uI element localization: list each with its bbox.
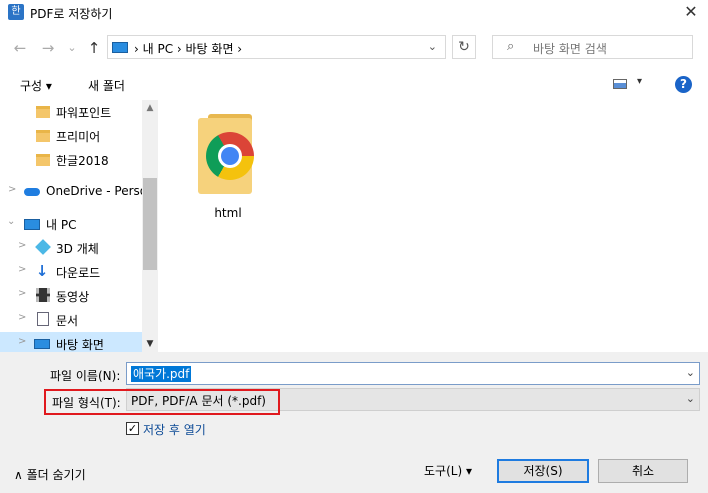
address-dropdown-chevron-icon[interactable]: ⌄ — [428, 40, 437, 53]
forward-arrow-icon[interactable]: → — [38, 38, 58, 58]
search-placeholder: 바탕 화면 검색 — [533, 42, 607, 56]
tree-item-powerpoint[interactable]: 파워포인트 — [0, 100, 142, 124]
expand-chevron-icon[interactable]: > — [8, 184, 16, 195]
open-after-save-label[interactable]: 저장 후 열기 — [143, 421, 206, 438]
title-bar: 한 PDF로 저장하기 ✕ — [0, 0, 708, 26]
collapse-chevron-icon[interactable]: ⌄ — [7, 216, 15, 227]
navigation-bar: ← → ⌄ ↑ › 내 PC › 바탕 화면 › ⌄ ↻ ⌕ 바탕 화면 검색 — [0, 32, 708, 64]
folder-icon — [36, 130, 50, 142]
expand-chevron-icon[interactable]: > — [18, 240, 26, 251]
tree-item-label: 3D 개체 — [56, 242, 99, 256]
cancel-button[interactable]: 취소 — [598, 459, 688, 483]
onedrive-icon — [24, 188, 40, 196]
tree-item-3d-objects[interactable]: > 3D 개체 — [0, 236, 142, 260]
hide-folders-button[interactable]: ∧ 폴더 숨기기 — [14, 466, 86, 483]
pc-icon — [24, 219, 40, 230]
pc-icon — [112, 42, 128, 53]
tree-item-label: OneDrive - Person — [46, 184, 155, 198]
tree-item-label: 다운로드 — [56, 266, 101, 280]
tree-item-label: 문서 — [56, 314, 79, 328]
filetype-dropdown-chevron-icon[interactable]: ⌄ — [686, 392, 695, 405]
filename-label: 파일 이름(N): — [50, 369, 121, 383]
breadcrumb[interactable]: › 내 PC › 바탕 화면 › — [134, 40, 242, 57]
save-options-panel: 파일 이름(N): 애국가.pdf ⌄ 파일 형식(T): PDF, PDF/A… — [0, 352, 708, 493]
tree-item-hangul2018[interactable]: 한글2018 — [0, 148, 142, 172]
tree-item-label: 프리미어 — [56, 130, 101, 144]
refresh-button[interactable]: ↻ — [452, 35, 476, 59]
back-arrow-icon[interactable]: ← — [10, 38, 30, 58]
navigation-pane: 파워포인트 프리미어 한글2018 > OneDrive - Person ⌄ … — [0, 100, 158, 352]
tree-item-downloads[interactable]: > ↓ 다운로드 — [0, 260, 142, 284]
expand-chevron-icon[interactable]: > — [18, 336, 26, 347]
chrome-icon-center — [221, 147, 239, 165]
document-icon — [37, 312, 49, 326]
video-icon — [36, 288, 50, 302]
folder-icon — [36, 106, 50, 118]
chrome-icon — [206, 132, 254, 180]
expand-chevron-icon[interactable]: > — [18, 288, 26, 299]
command-toolbar: 구성 ▾ 새 폴더 ▾ ? — [0, 72, 708, 100]
folder-icon — [36, 154, 50, 166]
file-item-html[interactable]: html — [188, 114, 268, 224]
tools-dropdown-button[interactable]: 도구(L) ▾ — [424, 462, 472, 479]
hancom-app-icon: 한 — [8, 4, 24, 20]
tree-item-documents[interactable]: > 문서 — [0, 308, 142, 332]
view-options-icon[interactable] — [613, 79, 627, 89]
search-box[interactable]: ⌕ 바탕 화면 검색 — [492, 35, 693, 59]
view-dropdown-icon[interactable]: ▾ — [637, 76, 642, 87]
up-arrow-icon[interactable]: ↑ — [84, 38, 104, 58]
search-icon: ⌕ — [507, 39, 515, 54]
navigation-scrollbar[interactable]: ▲ ▼ — [142, 100, 158, 352]
address-bar[interactable]: › 내 PC › 바탕 화면 › ⌄ — [107, 35, 446, 59]
tree-item-videos[interactable]: > 동영상 — [0, 284, 142, 308]
tree-item-premiere[interactable]: 프리미어 — [0, 124, 142, 148]
tree-item-label: 한글2018 — [56, 154, 109, 168]
expand-chevron-icon[interactable]: > — [18, 264, 26, 275]
file-name-label: html — [214, 206, 242, 220]
filetype-highlight-box — [44, 389, 280, 415]
close-button[interactable]: ✕ — [680, 2, 702, 22]
help-icon[interactable]: ? — [675, 76, 692, 93]
tree-item-label: 내 PC — [46, 218, 77, 232]
open-after-save-checkbox[interactable]: ✓ — [126, 422, 139, 435]
scroll-thumb[interactable] — [143, 178, 157, 270]
tree-item-this-pc[interactable]: ⌄ 내 PC — [0, 212, 142, 236]
tree-item-onedrive[interactable]: > OneDrive - Person — [0, 180, 155, 204]
save-button[interactable]: 저장(S) — [497, 459, 589, 483]
tree-item-label: 동영상 — [56, 290, 90, 304]
scroll-up-icon[interactable]: ▲ — [142, 100, 158, 116]
recent-locations-chevron-icon[interactable]: ⌄ — [62, 38, 82, 58]
tree-item-label: 파워포인트 — [56, 106, 112, 120]
tree-item-desktop[interactable]: > 바탕 화면 — [0, 332, 142, 352]
chrome-icon-ring — [218, 144, 242, 168]
scroll-down-icon[interactable]: ▼ — [142, 336, 158, 352]
dialog-title: PDF로 저장하기 — [30, 7, 113, 21]
3d-objects-icon — [35, 239, 51, 255]
organize-button[interactable]: 구성 ▾ — [20, 77, 52, 94]
filename-field[interactable]: 애국가.pdf ⌄ — [126, 362, 700, 385]
tree-item-label: 바탕 화면 — [56, 338, 104, 352]
filename-dropdown-chevron-icon[interactable]: ⌄ — [686, 366, 695, 379]
desktop-icon — [34, 339, 50, 349]
filename-value[interactable]: 애국가.pdf — [131, 366, 192, 382]
download-icon: ↓ — [35, 262, 49, 280]
new-folder-button[interactable]: 새 폴더 — [88, 77, 125, 94]
expand-chevron-icon[interactable]: > — [18, 312, 26, 323]
